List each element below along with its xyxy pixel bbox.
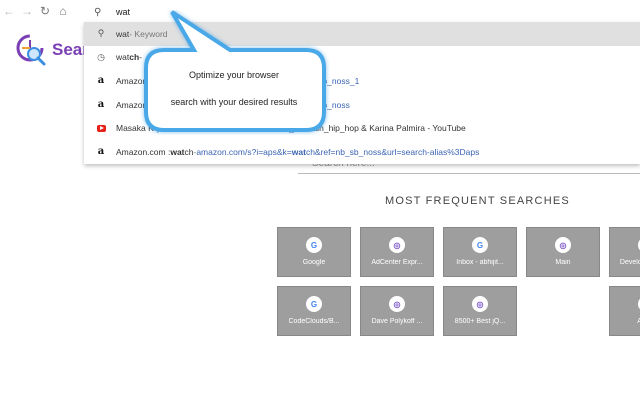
forward-arrow-icon[interactable]: → [18, 0, 36, 22]
youtube-icon [94, 122, 108, 134]
tile-label: AdCenter Expr... [371, 259, 423, 266]
amazon-icon: a [97, 99, 105, 111]
tile-label: Google [302, 259, 326, 266]
frequent-search-tile[interactable]: G Inbox - abhijit... [443, 227, 517, 277]
tile-label: Dave Polykoff ... [371, 318, 423, 325]
suggestion-text: wat [291, 146, 306, 157]
frequent-search-tile[interactable]: ◎ AdCenter Expr... [360, 227, 434, 277]
suggestion-text: ch&ref=nb_sb_noss&url=search-alias%3Daps [305, 146, 480, 157]
google-icon: G [472, 237, 488, 253]
logo-icon [16, 34, 46, 66]
history-icon: ◷ [97, 51, 105, 62]
tile-label: CodeClouds/B... [288, 318, 340, 325]
tile-label: Developer Das... [619, 259, 640, 266]
callout-text: Optimize your browser search with your d… [148, 62, 320, 116]
google-icon: G [306, 296, 322, 312]
amazon-icon: a [97, 75, 105, 87]
tile-label: 8500+ Best jQ... [454, 318, 506, 325]
suggestion-item[interactable]: a Amazon.com : wat ch - amazon.com/s?i=aps… [84, 140, 640, 164]
suggestion-text: wat [116, 52, 130, 63]
globe-icon: ◎ [472, 296, 488, 312]
google-icon: G [306, 237, 322, 253]
frequent-search-tile[interactable]: ◎ Main [526, 227, 600, 277]
frequent-search-tile[interactable]: G Google [277, 227, 351, 277]
frequent-search-tile[interactable]: ◎AdCe [609, 286, 640, 336]
suggestion-text: amazon.com/s?i=aps&k= [196, 146, 292, 157]
frequent-search-tile[interactable]: ◎ Dave Polykoff ... [360, 286, 434, 336]
section-title: MOST FREQUENT SEARCHES [385, 195, 570, 207]
callout-line-2: search with your desired results [170, 97, 298, 107]
page: ← → ↻ ⌂ ⚲ ⚲wat - Keyword◷watch - aAmazon… [0, 0, 640, 400]
callout-line-1: Optimize your browser [188, 70, 280, 80]
globe-icon: ◎ [389, 296, 405, 312]
suggestion-text: wat [116, 28, 130, 39]
tile-label: Inbox - abhijit... [456, 259, 504, 266]
back-arrow-icon[interactable]: ← [0, 0, 18, 22]
search-icon: ⚲ [94, 6, 102, 18]
tile-label: Main [555, 259, 571, 266]
suggestion-text: Amazon.com : [116, 146, 171, 157]
suggestion-text: wat [170, 146, 185, 157]
frequent-search-tile[interactable]: G CodeClouds/B... [277, 286, 351, 336]
suggestion-text: ch [184, 146, 194, 157]
suggestion-text: ch [129, 52, 140, 63]
search-icon: ⚲ [97, 28, 105, 39]
globe-icon: ◎ [555, 237, 571, 253]
home-icon[interactable]: ⌂ [54, 0, 72, 22]
reload-icon[interactable]: ↻ [36, 0, 54, 22]
frequent-search-tile[interactable]: ◎ 8500+ Best jQ... [443, 286, 517, 336]
frequent-search-tile[interactable]: GDeveloper Das... [609, 227, 640, 277]
amazon-icon: a [97, 146, 105, 158]
globe-icon: ◎ [389, 237, 405, 253]
